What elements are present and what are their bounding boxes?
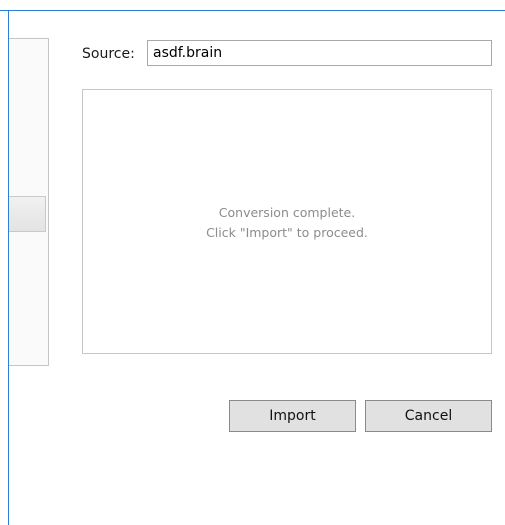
status-message-line2: Click "Import" to proceed.: [206, 224, 368, 240]
status-panel: Conversion complete. Click "Import" to p…: [82, 89, 492, 354]
source-label: Source:: [82, 46, 135, 62]
window-top-border: [0, 10, 505, 11]
side-panel-handle[interactable]: [9, 196, 46, 232]
status-message-line1: Conversion complete.: [218, 204, 356, 220]
cancel-button[interactable]: Cancel: [365, 400, 492, 432]
import-button[interactable]: Import: [229, 400, 356, 432]
import-dialog: Source: Conversion complete. Click "Impo…: [0, 0, 505, 525]
source-input[interactable]: [147, 40, 492, 66]
